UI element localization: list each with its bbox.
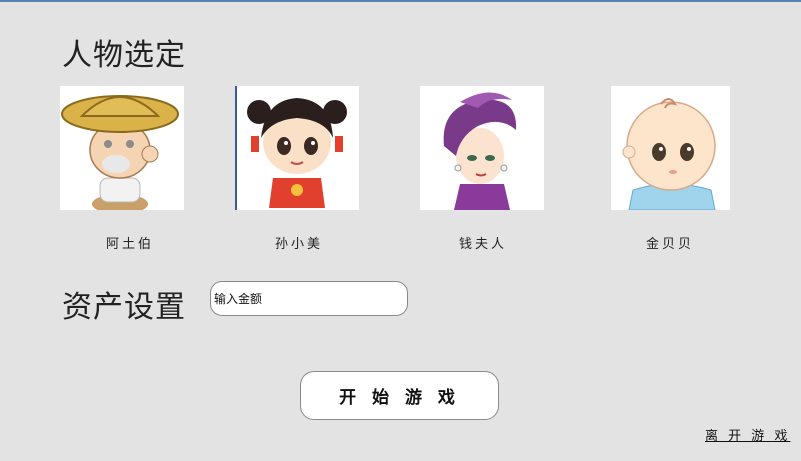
baby-avatar	[611, 86, 730, 210]
exit-game-link[interactable]: 离 开 游 戏	[705, 425, 790, 444]
girl-avatar	[235, 86, 359, 210]
asset-section-title: 资产设置	[62, 290, 186, 325]
character-section-title: 人物选定	[62, 38, 186, 73]
character-option-sunxiaomei[interactable]	[235, 86, 359, 210]
old-farmer-avatar	[60, 86, 184, 210]
character-option-jinbeibei[interactable]	[611, 86, 730, 210]
lady-avatar	[420, 86, 544, 210]
character-name: 阿土伯	[106, 237, 155, 252]
window-top-border	[0, 0, 801, 2]
character-name: 孙小美	[275, 237, 324, 252]
character-option-qianfuren[interactable]	[420, 86, 544, 210]
character-name: 金贝贝	[646, 237, 695, 252]
start-game-button[interactable]: 开 始 游 戏	[300, 371, 499, 420]
money-amount-input[interactable]	[210, 281, 408, 316]
character-option-atubo[interactable]	[60, 86, 184, 210]
character-name: 钱夫人	[459, 237, 508, 252]
